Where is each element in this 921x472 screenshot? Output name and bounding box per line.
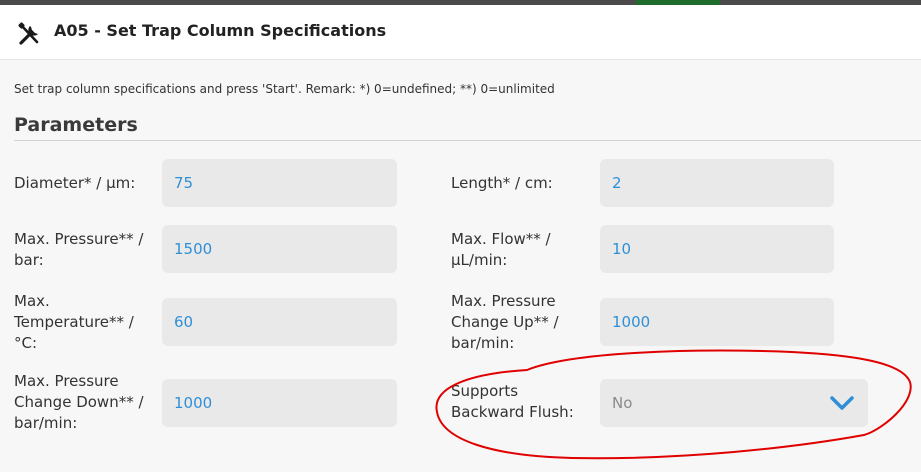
max-pressure-change-up-label-line3: bar/min: — [451, 334, 515, 352]
max-pressure-value: 1500 — [174, 240, 213, 258]
max-pressure-change-up-label-line2: Change Up** / — [451, 313, 559, 331]
max-temperature-label-line1: Max. — [14, 292, 50, 310]
supports-backward-flush-value: No — [612, 394, 633, 412]
chevron-down-icon[interactable] — [828, 391, 856, 415]
max-flow-input[interactable]: 10 — [600, 225, 834, 273]
max-pressure-change-up-input[interactable]: 1000 — [600, 298, 834, 346]
max-pressure-label-line1: Max. Pressure** / — [14, 230, 144, 248]
max-temperature-input[interactable]: 60 — [162, 298, 397, 346]
dialog-title: A05 - Set Trap Column Specifications — [54, 21, 387, 40]
diameter-input[interactable]: 75 — [162, 159, 397, 207]
max-flow-value: 10 — [612, 240, 632, 258]
max-pressure-change-down-value: 1000 — [174, 394, 213, 412]
max-pressure-change-up-value: 1000 — [612, 313, 651, 331]
dialog-header: A05 - Set Trap Column Specifications — [0, 5, 921, 60]
diameter-value: 75 — [174, 174, 194, 192]
dialog-description: Set trap column specifications and press… — [14, 82, 555, 96]
dialog-body: Set trap column specifications and press… — [0, 60, 921, 472]
max-temperature-label-line2: Temperature** / — [14, 313, 134, 331]
length-input[interactable]: 2 — [600, 159, 834, 207]
max-flow-label: Max. Flow** / µL/min: — [451, 229, 551, 271]
max-flow-label-line1: Max. Flow** / — [451, 230, 551, 248]
max-flow-label-line2: µL/min: — [451, 251, 508, 269]
supports-backward-flush-select[interactable]: No — [600, 379, 868, 427]
length-label: Length* / cm: — [451, 174, 553, 192]
tools-icon — [17, 21, 43, 47]
max-pressure-change-up-label: Max. Pressure Change Up** / bar/min: — [451, 291, 559, 354]
max-pressure-label-line2: bar: — [14, 251, 44, 269]
max-pressure-change-down-label-line1: Max. Pressure — [14, 372, 119, 390]
supports-backward-flush-label-line1: Supports — [451, 382, 519, 400]
max-temperature-label: Max. Temperature** / °C: — [14, 291, 134, 354]
diameter-label: Diameter* / µm: — [14, 174, 136, 192]
supports-backward-flush-label: Supports Backward Flush: — [451, 381, 574, 423]
section-title-parameters: Parameters — [14, 114, 138, 136]
max-temperature-label-line3: °C: — [14, 334, 38, 352]
max-pressure-change-up-label-line1: Max. Pressure — [451, 292, 556, 310]
section-divider — [14, 140, 921, 141]
max-pressure-change-down-label: Max. Pressure Change Down** / bar/min: — [14, 371, 144, 434]
max-temperature-value: 60 — [174, 313, 194, 331]
max-pressure-change-down-label-line2: Change Down** / — [14, 393, 144, 411]
supports-backward-flush-label-line2: Backward Flush: — [451, 403, 574, 421]
max-pressure-label: Max. Pressure** / bar: — [14, 229, 143, 271]
max-pressure-input[interactable]: 1500 — [162, 225, 397, 273]
length-value: 2 — [612, 174, 622, 192]
max-pressure-change-down-label-line3: bar/min: — [14, 414, 78, 432]
max-pressure-change-down-input[interactable]: 1000 — [162, 379, 397, 427]
